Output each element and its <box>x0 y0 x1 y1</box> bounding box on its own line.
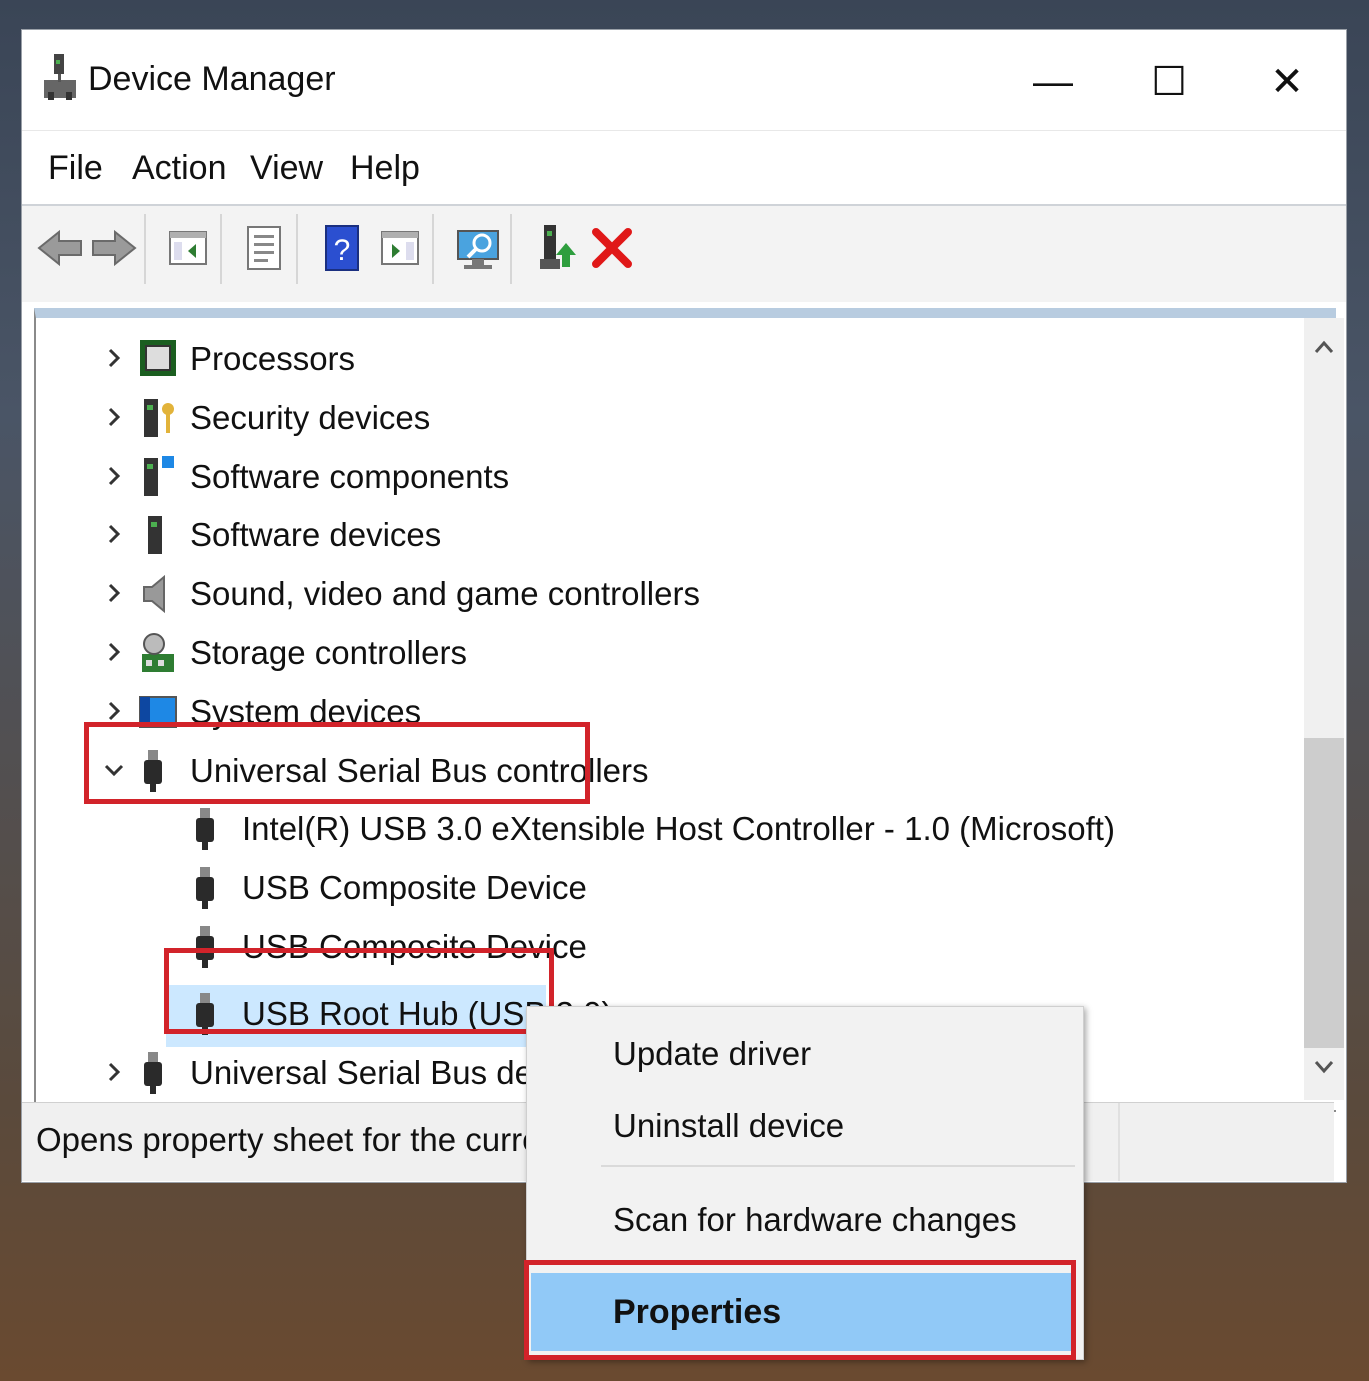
update-driver-icon <box>540 225 576 269</box>
maximize-button[interactable]: ☐ <box>1134 58 1204 106</box>
scroll-up-icon[interactable] <box>1314 340 1334 354</box>
help-book-icon: ? <box>325 225 359 271</box>
tree-item-usb-device[interactable]: Intel(R) USB 3.0 eXtensible Host Control… <box>36 800 1286 856</box>
tree-item-category[interactable]: Software components <box>36 448 1286 504</box>
menu-scan-hardware[interactable]: Scan for hardware changes <box>613 1201 1017 1239</box>
tree-item-label: USB Composite Device <box>242 869 587 907</box>
toolbar-separator <box>144 214 146 284</box>
context-menu-separator <box>601 1165 1075 1167</box>
vertical-scrollbar[interactable] <box>1304 318 1344 1100</box>
scrollbar-thumb[interactable] <box>1304 738 1344 1048</box>
tree-item-label: Security devices <box>190 398 431 436</box>
console-tree-icon <box>169 231 207 265</box>
expand-chevron-icon[interactable] <box>102 522 126 551</box>
toolbar: ? <box>22 204 1346 302</box>
properties-sheet-icon <box>247 226 281 270</box>
usb-root-hub-highlight-box <box>164 948 554 1034</box>
back-button[interactable] <box>32 220 88 276</box>
expand-chevron-icon[interactable] <box>102 464 126 493</box>
action-pane-icon <box>381 231 419 265</box>
properties-highlight-box <box>524 1260 1076 1360</box>
minimize-button[interactable]: — <box>1018 58 1088 106</box>
show-action-pane-button[interactable] <box>372 220 428 276</box>
menu-uninstall-device[interactable]: Uninstall device <box>613 1107 844 1145</box>
usb-icon <box>190 865 220 916</box>
usb-icon <box>138 1050 168 1101</box>
svg-text:?: ? <box>334 234 351 267</box>
software-components-icon <box>138 454 178 505</box>
forward-button[interactable] <box>86 220 142 276</box>
properties-toolbar-button[interactable] <box>236 220 292 276</box>
software-devices-icon <box>138 512 178 563</box>
expand-chevron-icon[interactable] <box>102 640 126 669</box>
forward-arrow-icon <box>92 229 137 267</box>
back-arrow-icon <box>37 229 82 267</box>
menu-bar: File Action View Help <box>22 130 1346 203</box>
close-button[interactable]: ✕ <box>1252 58 1322 106</box>
tree-item-label: Storage controllers <box>190 634 467 671</box>
update-driver-button[interactable] <box>530 220 586 276</box>
red-x-icon <box>592 228 632 268</box>
toolbar-separator <box>510 214 512 284</box>
toolbar-separator <box>296 214 298 284</box>
uninstall-device-button[interactable] <box>584 220 640 276</box>
expand-chevron-icon[interactable] <box>102 1060 126 1089</box>
help-button[interactable]: ? <box>314 220 370 276</box>
expand-chevron-icon[interactable] <box>102 581 126 610</box>
monitor-scan-icon <box>457 230 499 269</box>
title-bar[interactable]: Device Manager — ☐ ✕ <box>22 30 1346 130</box>
tree-item-label: Software components <box>190 457 510 495</box>
window-title: Device Manager <box>88 60 336 98</box>
tree-item-label: Sound, video and game controllers <box>190 575 700 613</box>
menu-file[interactable]: File <box>48 149 103 188</box>
tree-item-category[interactable]: Security devices <box>36 389 1286 445</box>
usb-icon <box>190 806 220 857</box>
tree-item-category[interactable]: Storage controllers <box>36 624 1286 680</box>
device-manager-icon <box>42 52 78 104</box>
tree-item-category[interactable]: Processors <box>36 330 1286 386</box>
tree-item-label: Software devices <box>190 516 442 554</box>
menu-help[interactable]: Help <box>350 149 420 188</box>
menu-action[interactable]: Action <box>132 149 227 188</box>
tree-item-label: Processors <box>190 340 356 377</box>
security-devices-icon <box>138 395 178 446</box>
processor-icon <box>138 336 178 385</box>
tree-item-category[interactable]: Software devices <box>36 506 1286 562</box>
tree-item-category[interactable]: Sound, video and game controllers <box>36 565 1286 621</box>
tree-item-usb-device[interactable]: USB Composite Device <box>36 859 1286 915</box>
scroll-down-icon[interactable] <box>1314 1060 1334 1074</box>
toolbar-separator <box>432 214 434 284</box>
tree-item-label: Intel(R) USB 3.0 eXtensible Host Control… <box>242 810 1115 848</box>
expand-chevron-icon[interactable] <box>102 346 126 375</box>
menu-update-driver[interactable]: Update driver <box>613 1035 811 1073</box>
menu-view[interactable]: View <box>250 149 323 188</box>
status-divider <box>1118 1103 1120 1181</box>
speaker-icon <box>138 571 178 622</box>
show-hide-console-tree-button[interactable] <box>160 220 216 276</box>
scan-hardware-button[interactable] <box>450 220 506 276</box>
toolbar-separator <box>220 214 222 284</box>
usb-controllers-highlight-box <box>84 722 590 804</box>
storage-controller-icon <box>138 630 178 681</box>
expand-chevron-icon[interactable] <box>102 405 126 434</box>
